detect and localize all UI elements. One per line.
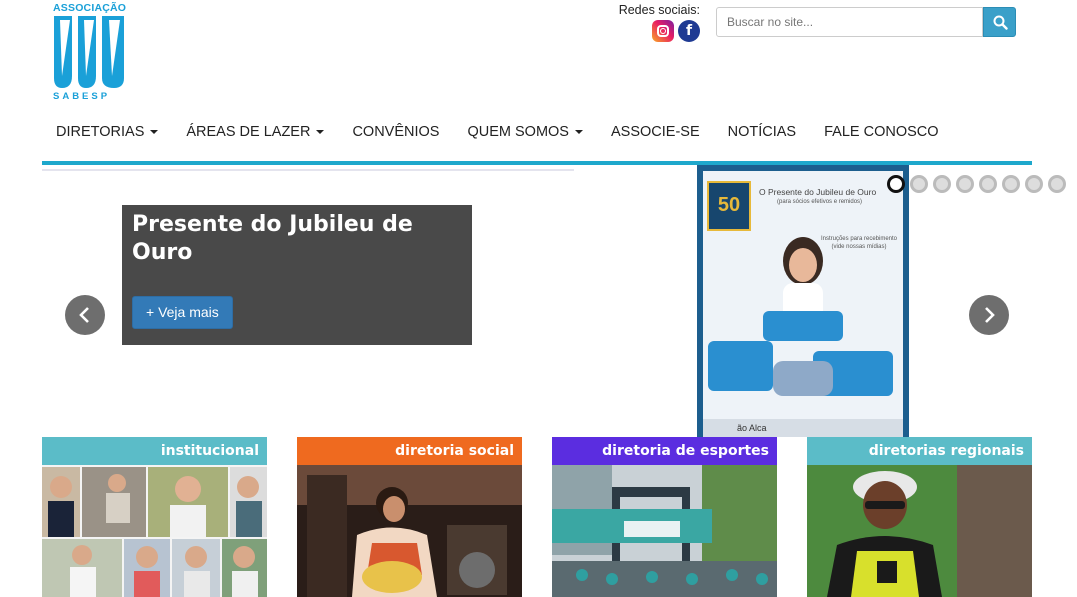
- carousel-dot[interactable]: [1002, 175, 1020, 193]
- search-form: [716, 7, 1016, 37]
- nav-label: NOTÍCIAS: [727, 123, 797, 140]
- singer-image: [297, 465, 522, 597]
- card-diretoria-social[interactable]: diretoria social: [297, 437, 522, 597]
- instagram-icon[interactable]: [652, 20, 674, 42]
- chevron-left-icon: [79, 307, 89, 323]
- nav-label: ÁREAS DE LAZER: [186, 123, 311, 140]
- caret-down-icon: [316, 129, 325, 134]
- carousel-dot[interactable]: [910, 175, 928, 193]
- facebook-icon[interactable]: f: [678, 20, 700, 42]
- poster-inner: 50 O Presente do Jubileu de Ouro (para s…: [703, 171, 903, 437]
- card-institucional[interactable]: institucional: [42, 437, 267, 597]
- nav-item-quem-somos[interactable]: QUEM SOMOS: [453, 109, 597, 154]
- person-illustration: [708, 237, 893, 396]
- nav-item-convenios[interactable]: CONVÊNIOS: [338, 109, 453, 154]
- card-header: institucional: [42, 437, 267, 465]
- carousel-next-button[interactable]: [969, 295, 1009, 335]
- carousel-dot[interactable]: [933, 175, 951, 193]
- slide-caption: Presente do Jubileu de Ouro + Veja mais: [122, 205, 472, 345]
- card-image: [807, 465, 1032, 597]
- logo-top-text: ASSOCIAÇÃO: [53, 2, 127, 14]
- nav-item-associe-se[interactable]: ASSOCIE-SE: [597, 109, 714, 154]
- slide-image[interactable]: 50 O Presente do Jubileu de Ouro (para s…: [697, 165, 909, 437]
- poster-footer: ão Alca: [703, 419, 903, 437]
- search-icon: [993, 15, 1008, 30]
- search-input[interactable]: [716, 7, 983, 37]
- caret-down-icon: [150, 129, 159, 134]
- slide-title: Presente do Jubileu de Ouro: [132, 212, 413, 265]
- chevron-right-icon: [985, 307, 995, 323]
- social-label: Redes sociais:: [618, 3, 700, 17]
- logo-mark-icon: [54, 16, 124, 88]
- social-links: Redes sociais: f: [614, 3, 700, 42]
- poster-title: O Presente do Jubileu de Ouro: [759, 187, 877, 197]
- logo[interactable]: ASSOCIAÇÃO SABESP: [52, 2, 128, 102]
- social-icons: f: [614, 20, 700, 42]
- card-diretoria-de-esportes[interactable]: diretoria de esportes: [552, 437, 777, 597]
- carousel-dot[interactable]: [1025, 175, 1043, 193]
- carousel-indicators: [887, 175, 1066, 193]
- carousel-dot[interactable]: [887, 175, 905, 193]
- main-nav: DIRETORIAS ÁREAS DE LAZER CONVÊNIOS QUEM…: [42, 110, 1032, 165]
- logo-bottom-text: SABESP: [53, 91, 111, 102]
- nav-label: CONVÊNIOS: [352, 123, 440, 140]
- nav-label: FALE CONOSCO: [824, 123, 939, 140]
- divider: [42, 169, 574, 171]
- cyclist-image: [807, 465, 1032, 597]
- nav-item-diretorias[interactable]: DIRETORIAS: [42, 109, 172, 154]
- nav-label: ASSOCIE-SE: [610, 123, 700, 140]
- poster-subtitle: (para sócios efetivos e remidos): [777, 199, 863, 205]
- card-diretorias-regionais[interactable]: diretorias regionais: [807, 437, 1032, 597]
- see-more-button[interactable]: + Veja mais: [132, 296, 233, 329]
- nav-item-noticias[interactable]: NOTÍCIAS: [714, 109, 810, 154]
- nav-label: QUEM SOMOS: [467, 123, 569, 140]
- card-header: diretorias regionais: [807, 437, 1032, 465]
- nav-item-fale-conosco[interactable]: FALE CONOSCO: [810, 109, 952, 154]
- page: ASSOCIAÇÃO SABESP Redes sociais: f D: [0, 0, 1077, 597]
- card-image: [552, 465, 777, 597]
- people-collage-image: [42, 465, 267, 597]
- search-button[interactable]: [983, 7, 1016, 37]
- carousel-prev-button[interactable]: [65, 295, 105, 335]
- carousel-dot[interactable]: [1048, 175, 1066, 193]
- card-header: diretoria de esportes: [552, 437, 777, 465]
- hero-carousel: 50 O Presente do Jubileu de Ouro (para s…: [42, 165, 1066, 437]
- caret-down-icon: [574, 129, 583, 134]
- carousel-dot[interactable]: [956, 175, 974, 193]
- card-image: [297, 465, 522, 597]
- card-image: [42, 465, 267, 597]
- nav-item-areas-de-lazer[interactable]: ÁREAS DE LAZER: [172, 109, 338, 154]
- nav-label: DIRETORIAS: [56, 123, 145, 140]
- race-image: [552, 465, 777, 597]
- carousel-dot[interactable]: [979, 175, 997, 193]
- card-header: diretoria social: [297, 437, 522, 465]
